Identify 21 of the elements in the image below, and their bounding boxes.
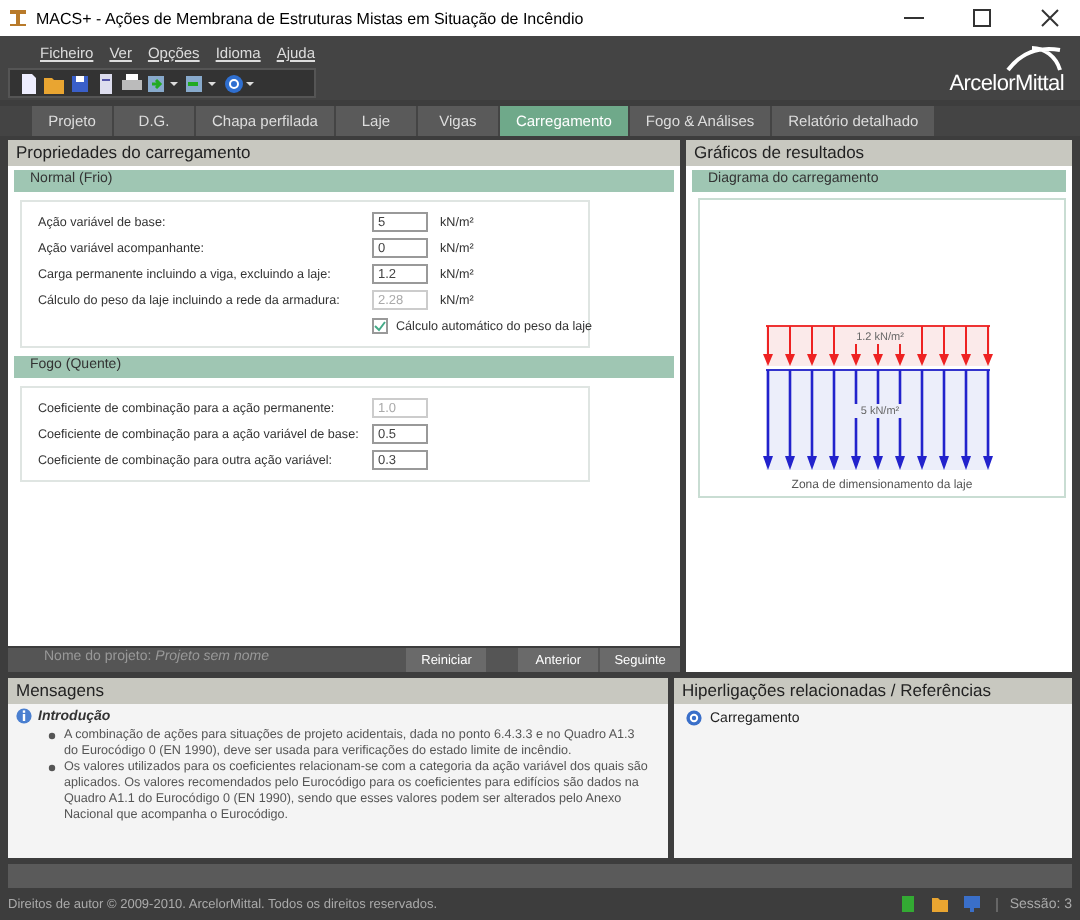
printer-icon[interactable] bbox=[122, 73, 142, 93]
panel-title: Gráficos de resultados bbox=[686, 140, 1072, 166]
logo-swoosh-icon bbox=[1004, 44, 1064, 72]
flag-icon[interactable] bbox=[899, 896, 916, 912]
panel-title: Mensagens bbox=[8, 678, 668, 704]
panel-title: Propriedades do carregamento bbox=[8, 140, 680, 166]
new-document-icon[interactable] bbox=[18, 73, 38, 93]
app-icon bbox=[8, 8, 28, 28]
checkbox[interactable] bbox=[372, 318, 388, 334]
folder-icon[interactable] bbox=[44, 73, 64, 93]
bullet-icon bbox=[48, 732, 56, 740]
bullet-icon bbox=[48, 764, 56, 772]
window-title: MACS+ - Ações de Membrana de Estruturas Mistas em Situação de Incêndio bbox=[36, 9, 586, 27]
export-icon[interactable] bbox=[148, 73, 180, 93]
save-icon[interactable] bbox=[70, 73, 90, 93]
import-icon[interactable] bbox=[186, 73, 218, 93]
logo: ArcelorMittal bbox=[949, 72, 1064, 96]
panel-title: Hiperligações relacionadas / Referências bbox=[674, 678, 1072, 704]
document-icon[interactable] bbox=[96, 73, 116, 93]
info-icon bbox=[16, 708, 32, 724]
folder-icon[interactable] bbox=[931, 896, 948, 912]
